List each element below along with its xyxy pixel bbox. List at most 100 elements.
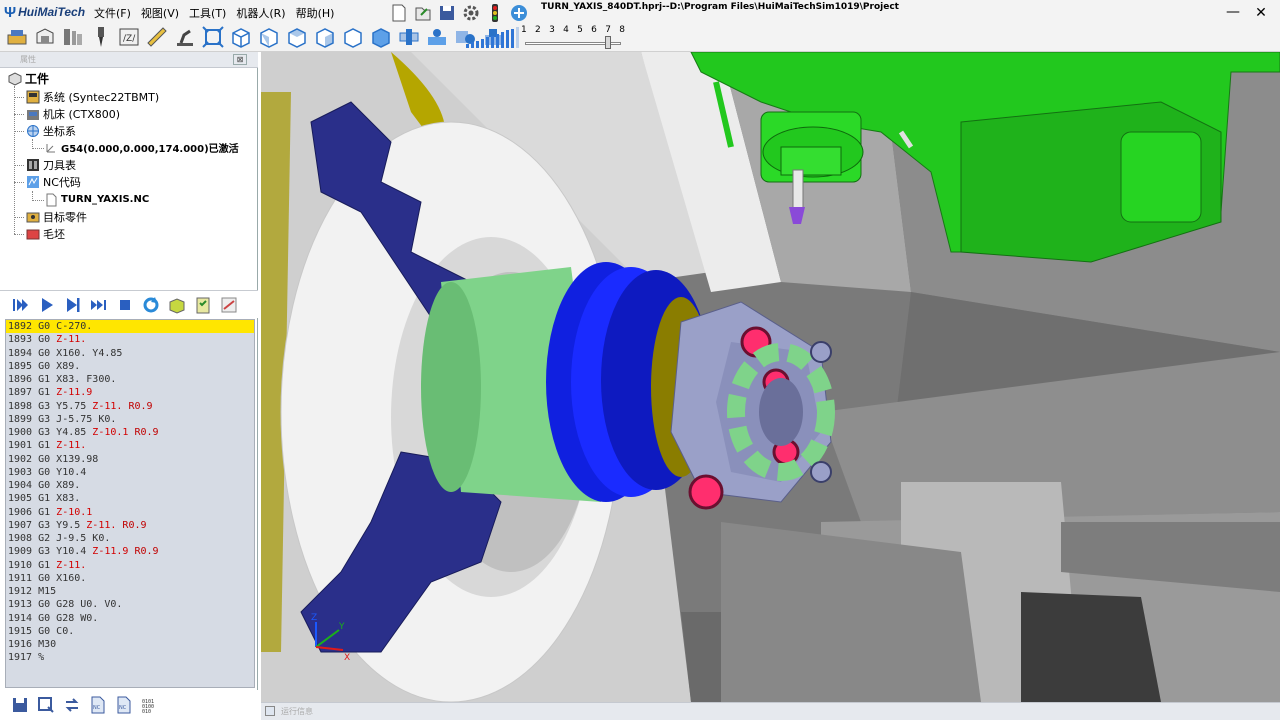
binary-icon[interactable]: 0101 0100 010 bbox=[140, 695, 160, 715]
compare-icon[interactable] bbox=[218, 294, 240, 316]
code-token: G0 G28 U0. V0. bbox=[38, 599, 123, 611]
code-token: R0.9 bbox=[134, 546, 159, 558]
speed-slider[interactable]: 1 2 3 4 5 6 7 8 bbox=[521, 25, 625, 49]
view-top-icon[interactable] bbox=[284, 24, 310, 50]
menu-help[interactable]: 帮助(H) bbox=[291, 3, 340, 23]
simulate-icon[interactable] bbox=[424, 24, 450, 50]
nc-export-icon[interactable]: NC bbox=[114, 695, 134, 715]
line-number: 1909 bbox=[8, 546, 39, 558]
code-line[interactable]: 1893 G0 Z-11. bbox=[6, 333, 254, 346]
code-line[interactable]: 1896 G1 X83. F300. bbox=[6, 373, 254, 386]
speed-bar bbox=[466, 44, 469, 48]
play-icon[interactable] bbox=[36, 294, 58, 316]
code-line[interactable]: 1917 % bbox=[6, 651, 254, 664]
speed-bar bbox=[481, 38, 484, 48]
menu-robot[interactable]: 机器人(R) bbox=[231, 3, 290, 23]
view-section-icon[interactable] bbox=[396, 24, 422, 50]
nc-code-listing[interactable]: 1892 G0 C-270. 1893 G0 Z-11. 1894 G0 X160.… bbox=[5, 319, 255, 688]
code-line[interactable]: 1915 G0 C0. bbox=[6, 625, 254, 638]
code-line[interactable]: 1904 G0 X89. bbox=[6, 479, 254, 492]
menu-view[interactable]: 视图(V) bbox=[136, 3, 184, 23]
tree-node-system[interactable]: 系统 (Syntec22TBMT) bbox=[26, 88, 159, 105]
settings-gear-icon[interactable] bbox=[460, 2, 482, 24]
speed-bar bbox=[471, 42, 474, 48]
view-solid-icon[interactable] bbox=[368, 24, 394, 50]
view-iso-icon[interactable] bbox=[228, 24, 254, 50]
code-line[interactable]: 1897 G1 Z-11.9 bbox=[6, 386, 254, 399]
code-line[interactable]: 1894 G0 X160. Y4.85 bbox=[6, 347, 254, 360]
code-line[interactable]: 1906 G1 Z-10.1 bbox=[6, 506, 254, 519]
nc-file-icon[interactable]: NC bbox=[88, 695, 108, 715]
convert-icon[interactable] bbox=[62, 695, 82, 715]
stop-icon[interactable] bbox=[114, 294, 136, 316]
tree-node-workpiece[interactable]: 工件 bbox=[8, 70, 49, 87]
tree-node-blank[interactable]: 毛坯 bbox=[26, 225, 65, 242]
code-line[interactable]: 1914 G0 G28 W0. bbox=[6, 612, 254, 625]
tree-node-machine[interactable]: 机床 (CTX800) bbox=[26, 105, 120, 122]
code-token: G3 J-5.75 K0. bbox=[38, 413, 117, 425]
robot-arm-icon[interactable] bbox=[172, 24, 198, 50]
code-token: G0 Y10.4 bbox=[38, 466, 87, 478]
view-front-icon[interactable] bbox=[256, 24, 282, 50]
code-line[interactable]: 1911 G0 X160. bbox=[6, 572, 254, 585]
tree-node-tools[interactable]: 刀具表 bbox=[26, 156, 76, 173]
minimize-button[interactable]: — bbox=[1224, 4, 1242, 22]
code-token: G0 X89. bbox=[38, 480, 81, 491]
view-back-icon[interactable] bbox=[340, 24, 366, 50]
code-line[interactable]: 1895 G0 X89. bbox=[6, 360, 254, 373]
panel-close-button[interactable]: ⊠ bbox=[233, 54, 247, 65]
view-fit-icon[interactable] bbox=[200, 24, 226, 50]
workpiece-icon[interactable] bbox=[32, 24, 58, 50]
search-code-icon[interactable] bbox=[36, 695, 56, 715]
line-number: 1894 bbox=[8, 347, 39, 359]
new-file-icon[interactable] bbox=[388, 2, 410, 24]
code-line[interactable]: 1903 G0 Y10.4 bbox=[6, 466, 254, 479]
3d-viewport[interactable]: Y Z X bbox=[261, 52, 1280, 702]
code-line[interactable]: 1899 G3 J-5.75 K0. bbox=[6, 413, 254, 426]
line-number: 1903 bbox=[8, 466, 39, 478]
line-number: 1916 bbox=[8, 639, 39, 650]
view-side-icon[interactable] bbox=[312, 24, 338, 50]
code-line[interactable]: 1901 G1 Z-11. bbox=[6, 439, 254, 452]
run-all-icon[interactable] bbox=[10, 294, 32, 316]
machine-small-icon bbox=[26, 107, 40, 121]
line-number: 1906 bbox=[8, 506, 39, 518]
code-line[interactable]: 1908 G2 J-9.5 K0. bbox=[6, 532, 254, 545]
stock-icon[interactable] bbox=[166, 294, 188, 316]
step-forward-icon[interactable] bbox=[62, 294, 84, 316]
tree-node-nc[interactable]: NC代码 bbox=[26, 173, 81, 190]
code-line[interactable]: 1900 G3 Y4.85 Z-10.1 R0.9 bbox=[6, 426, 254, 439]
code-line[interactable]: 1905 G1 X83. bbox=[6, 492, 254, 505]
save-icon[interactable] bbox=[436, 2, 458, 24]
tree-node-nc-file[interactable]: TURN_YAXIS.NC bbox=[44, 191, 149, 208]
close-window-button[interactable]: ✕ bbox=[1252, 4, 1270, 22]
code-line[interactable]: 1907 G3 Y9.5 Z-11. R0.9 bbox=[6, 519, 254, 532]
machine-icon[interactable] bbox=[4, 24, 30, 50]
code-token: G1 bbox=[38, 559, 57, 571]
open-file-icon[interactable] bbox=[412, 2, 434, 24]
tree-node-coords[interactable]: 坐标系 bbox=[26, 122, 76, 139]
tree-node-g54[interactable]: G54(0.000,0.000,174.000)已激活 bbox=[44, 139, 239, 156]
code-line[interactable]: 1902 G0 X139.98 bbox=[6, 453, 254, 466]
menu-file[interactable]: 文件(F) bbox=[89, 3, 136, 23]
fixture-icon[interactable] bbox=[60, 24, 86, 50]
code-line[interactable]: 1916 M30 bbox=[6, 638, 254, 651]
ruler-icon[interactable] bbox=[144, 24, 170, 50]
save-code-icon[interactable] bbox=[10, 695, 30, 715]
code-line[interactable]: 1910 G1 Z-11. bbox=[6, 559, 254, 572]
reset-icon[interactable] bbox=[140, 294, 162, 316]
svg-text:NC: NC bbox=[119, 705, 127, 711]
nc-program-icon[interactable]: /Z/ bbox=[116, 24, 142, 50]
tree-node-target[interactable]: 目标零件 bbox=[26, 208, 87, 225]
code-line[interactable]: 1909 G3 Y10.4 Z-11.9 R0.9 bbox=[6, 545, 254, 558]
code-line[interactable]: 1898 G3 Y5.75 Z-11. R0.9 bbox=[6, 400, 254, 413]
report-icon[interactable] bbox=[192, 294, 214, 316]
code-line[interactable]: 1913 G0 G28 U0. V0. bbox=[6, 598, 254, 611]
fast-forward-icon[interactable] bbox=[88, 294, 110, 316]
tool-icon[interactable] bbox=[88, 24, 114, 50]
traffic-light-icon[interactable] bbox=[484, 2, 506, 24]
code-line-current[interactable]: 1892 G0 C-270. bbox=[6, 320, 254, 334]
slider-thumb[interactable] bbox=[605, 36, 611, 49]
menu-tools[interactable]: 工具(T) bbox=[184, 3, 231, 23]
code-line[interactable]: 1912 M15 bbox=[6, 585, 254, 598]
